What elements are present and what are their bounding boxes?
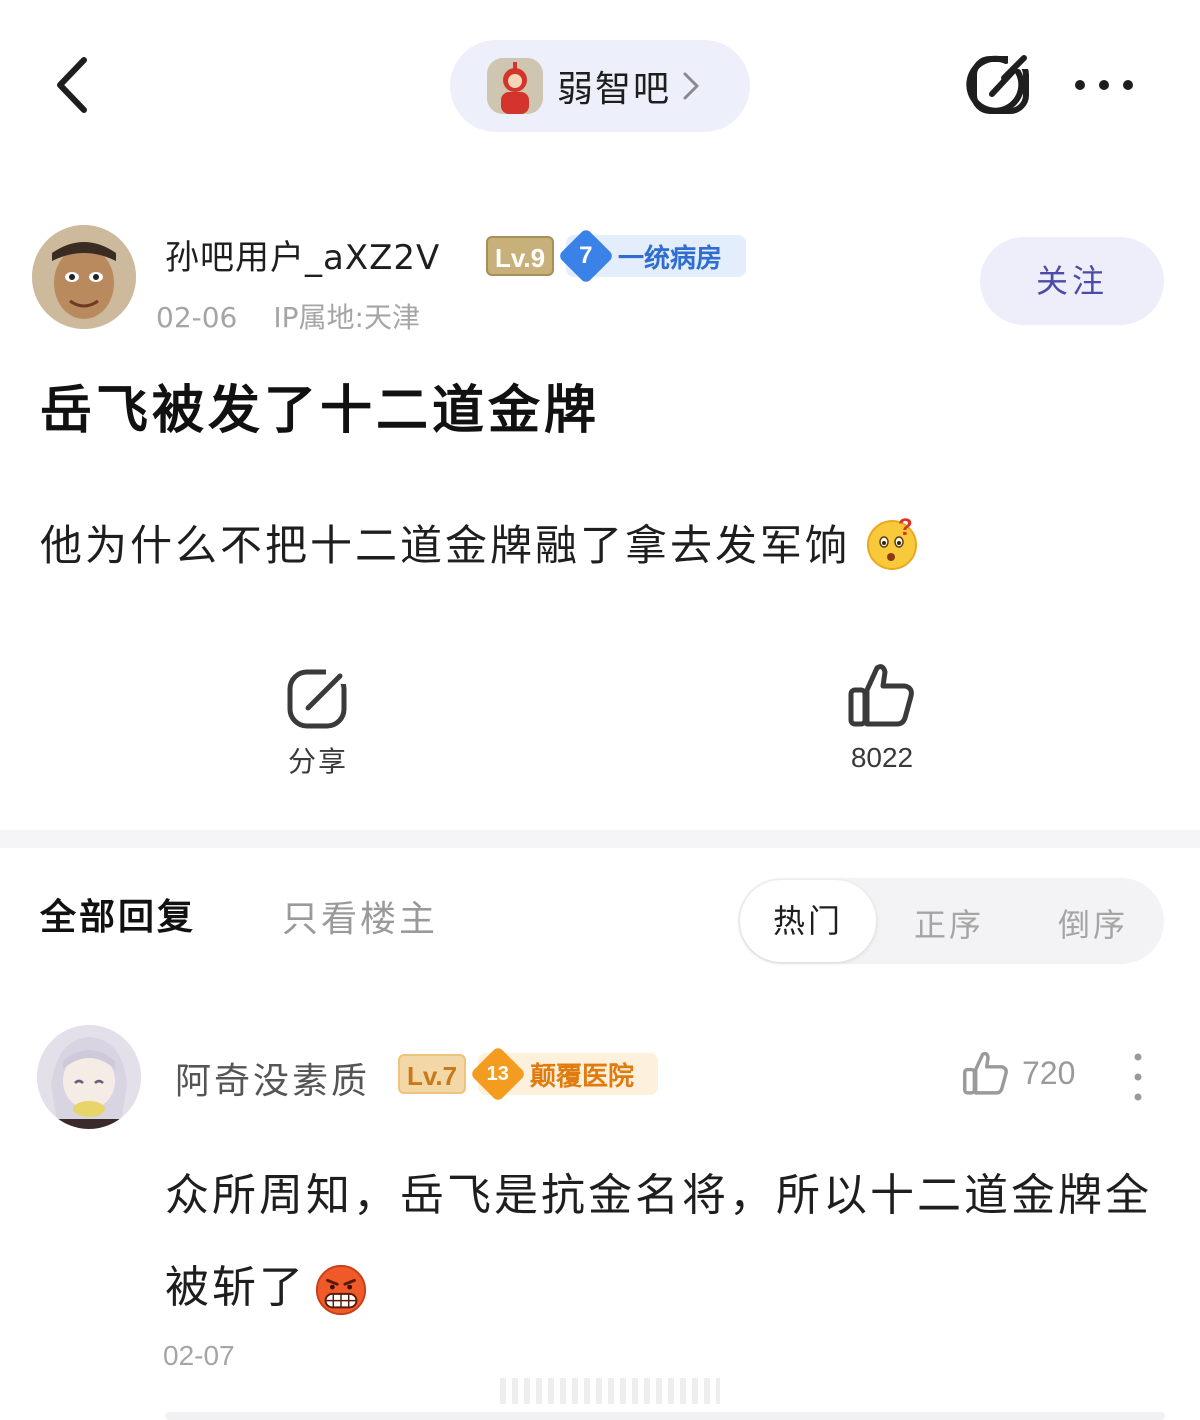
watermark-strip: [500, 1378, 720, 1404]
like-button[interactable]: 8022: [830, 660, 934, 786]
chevron-right-icon: [683, 72, 699, 100]
reply-avatar[interactable]: [37, 1025, 141, 1129]
reply-like-button[interactable]: 720: [962, 1048, 1075, 1098]
post-body-text: 他为什么不把十二道金牌融了拿去发军饷: [40, 521, 851, 570]
fan-level-diamond: 7: [557, 227, 615, 285]
reply-more-button[interactable]: [1124, 1050, 1152, 1104]
thumbs-up-icon: [963, 1051, 1008, 1095]
vertical-more-icon: [1134, 1053, 1142, 1101]
section-divider: [0, 830, 1200, 848]
tab-op-only[interactable]: 只看楼主: [282, 890, 438, 942]
post-body: 他为什么不把十二道金牌融了拿去发军饷 ?: [40, 512, 920, 573]
sort-descending-button[interactable]: 倒序: [1058, 900, 1128, 946]
forum-name: 弱智吧: [557, 69, 672, 110]
angry-grimace-emoji: [315, 1264, 367, 1316]
share-label: 分享: [287, 745, 348, 778]
ip-location: IP属地:天津: [273, 301, 420, 334]
reply-like-count: 720: [1022, 1054, 1076, 1091]
author-meta: 02-06 IP属地:天津: [156, 296, 420, 336]
level-badge: Lv.7: [398, 1054, 466, 1094]
sort-hot-button[interactable]: 热门: [740, 880, 876, 962]
share-icon: [287, 668, 348, 729]
fan-badge[interactable]: 7 一统病房: [557, 227, 746, 285]
fan-title: 颠覆医院: [530, 1061, 635, 1092]
share-button[interactable]: 分享: [270, 666, 366, 786]
follow-button[interactable]: 关注: [980, 237, 1164, 325]
post-date: 02-06: [156, 301, 238, 334]
fan-badge[interactable]: 13 颠覆医院: [469, 1045, 658, 1103]
top-share-button[interactable]: [962, 52, 1038, 118]
forum-avatar: [487, 58, 543, 114]
top-bar: 弱智吧: [0, 0, 1200, 170]
next-reply-edge: [165, 1412, 1165, 1420]
thinking-face-emoji: ?: [867, 515, 918, 570]
reply-content: 众所周知，岳飞是抗金名将，所以十二道金牌全被斩了: [165, 1150, 1175, 1334]
post-title: 岳飞被发了十二道金牌: [40, 381, 601, 441]
sort-ascending-button[interactable]: 正序: [914, 900, 984, 946]
back-button[interactable]: [40, 50, 110, 120]
back-arrow-icon: [57, 57, 87, 113]
tab-all-replies[interactable]: 全部回复: [40, 888, 196, 940]
like-count: 8022: [850, 742, 914, 773]
more-button[interactable]: [1068, 62, 1140, 108]
author-name[interactable]: 孙吧用户_aXZ2V: [165, 230, 440, 279]
level-badge: Lv.9: [486, 236, 554, 276]
fan-level-diamond: 13: [469, 1045, 527, 1103]
thumbs-up-icon: [848, 664, 914, 727]
share-icon: [966, 55, 1029, 114]
sort-switcher: 热门 正序 倒序: [738, 878, 1164, 964]
fan-title: 一统病房: [618, 243, 723, 274]
reply-author-name[interactable]: 阿奇没素质: [175, 1052, 370, 1104]
forum-entry-button[interactable]: 弱智吧: [450, 40, 750, 132]
author-avatar[interactable]: [32, 225, 136, 329]
reply-date: 02-07: [163, 1340, 235, 1371]
more-icon: [1075, 80, 1133, 90]
svg-text:?: ?: [898, 515, 916, 541]
post-page: 弱智吧 孙吧用户_aXZ2V Lv.9 7 一统病房 02-06 IP属地:天津…: [0, 0, 1200, 1420]
